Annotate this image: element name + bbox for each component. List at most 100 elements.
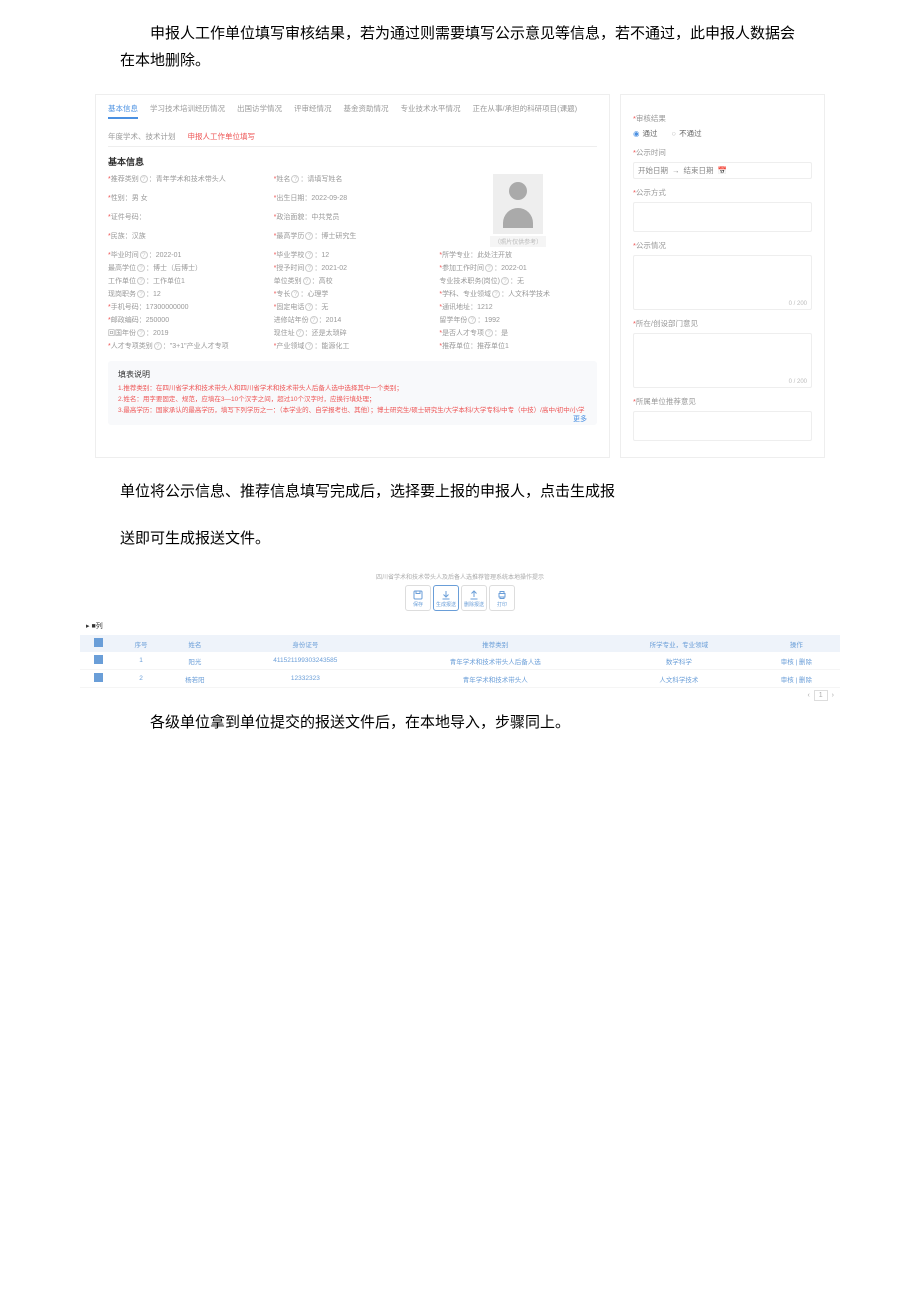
notes-box: 填表说明 1.推荐类别：在四川省学术和技术带头人和四川省学术和技术带头人后备人选… — [108, 361, 597, 425]
r-pubtime: *公示时间 — [633, 147, 812, 158]
fi-addr: *通讯地址：1212 — [439, 302, 597, 312]
para-2a: 单位将公示信息、推荐信息填写完成后，选择要上报的申报人，点击生成报 — [120, 478, 800, 505]
counter2: 0 / 200 — [789, 379, 807, 385]
delete-button[interactable]: 删除报送 — [461, 585, 487, 611]
th-id: 身份证号 — [225, 635, 385, 652]
th-cat: 推荐类别 — [385, 635, 605, 652]
fi-pol: *政治面貌：中共党员 — [274, 212, 432, 228]
more-link[interactable]: 更多 — [573, 415, 587, 425]
pubway-input[interactable] — [633, 202, 812, 232]
fi-job: 现岗职务?：12 — [108, 289, 266, 299]
row-check[interactable] — [94, 673, 103, 682]
r-pubsit: *公示情况 — [633, 240, 812, 251]
radio-fail[interactable]: 不通过 — [672, 128, 702, 139]
next-page[interactable]: › — [832, 692, 834, 699]
th-field: 所学专业，专业领域 — [605, 635, 753, 652]
r-pubway: *公示方式 — [633, 187, 812, 198]
fi-study: 留学年份?：1992 — [439, 315, 597, 325]
left-panel: 基本信息 学习技术培训经历情况 出国访学情况 评审经情况 基金资助情况 专业技术… — [95, 94, 610, 458]
th-no: 序号 — [118, 635, 165, 652]
tab-bar: 基本信息 学习技术培训经历情况 出国访学情况 评审经情况 基金资助情况 专业技术… — [108, 103, 597, 147]
para-2b: 送即可生成报送文件。 — [120, 525, 800, 552]
fi-zip: *邮政编码：250000 — [108, 315, 266, 325]
photo-label: （照片仅供参考） — [490, 236, 546, 247]
tab-review[interactable]: 评审经情况 — [294, 103, 332, 114]
fi-tel: *固定电话?：无 — [274, 302, 432, 312]
photo-placeholder — [493, 174, 543, 234]
fi-id: *证件号码： — [108, 212, 266, 228]
fi-cat: *推荐类别?：青年学术和技术带头人 — [108, 174, 266, 190]
fi-grantt: *授予时间?：2021-02 — [274, 263, 432, 273]
row-action[interactable]: 审核 | 删除 — [753, 652, 840, 670]
form-grid: *推荐类别?：青年学术和技术带头人 *姓名?：请填写姓名 （照片仅供参考） *性… — [108, 174, 597, 351]
r-result: *审核结果 — [633, 113, 812, 124]
fi-unit: 工作单位?：工作单位1 — [108, 276, 266, 286]
fi-spec: *专长?：心理学 — [274, 289, 432, 299]
fi-name: *姓名?：请填写姓名 — [274, 174, 432, 190]
th-act: 操作 — [753, 635, 840, 652]
fi-return: 回国年份?：2019 — [108, 328, 266, 338]
fi-birth: *出生日期：2022-09-28 — [274, 193, 432, 209]
radio-pass[interactable]: 通过 — [633, 128, 658, 139]
save-button[interactable]: 保存 — [405, 585, 431, 611]
r-dept: *所在/创设部门意见 — [633, 318, 812, 329]
fi-workt: *参加工作时间?：2022-01 — [439, 263, 597, 273]
rec-input[interactable] — [633, 411, 812, 441]
fi-gradt: *毕业时间?：2022-01 — [108, 250, 266, 260]
fi-train: 进修站年份?：2014 — [274, 315, 432, 325]
row-action[interactable]: 审核 | 删除 — [753, 670, 840, 688]
fi-home: 现住址?：还是太琐碎 — [274, 328, 432, 338]
screenshot-list: 四川省学术和技术带头人及后备人选推荐管理系统本地操作提示 保存 生成报送 删除报… — [80, 572, 840, 699]
table-row: 2 杨若阳 12332323 青年学术和技术带头人 人文科学技术 审核 | 删除 — [80, 670, 840, 688]
generate-button[interactable]: 生成报送 — [433, 585, 459, 611]
dept-input[interactable]: 0 / 200 — [633, 333, 812, 388]
para-1: 申报人工作单位填写审核结果，若为通过则需要填写公示意见等信息，若不通过，此申报人… — [120, 20, 800, 74]
note-2: 2.姓名：用字要固定、规范，应填在3—10个汉字之间，超过10个汉字时，应换行填… — [118, 395, 587, 404]
print-button[interactable]: 打印 — [489, 585, 515, 611]
tab-unit-fill[interactable]: 申报人工作单位填写 — [188, 131, 256, 142]
fi-post: 专业技术职务(岗位)?：无 — [439, 276, 597, 286]
toolbar: 保存 生成报送 删除报送 打印 — [80, 585, 840, 611]
tab-fund[interactable]: 基金资助情况 — [344, 103, 389, 114]
note-1: 1.推荐类别：在四川省学术和技术带头人和四川省学术和技术带头人后备人选中选择其中… — [118, 384, 587, 393]
tab-training[interactable]: 学习技术培训经历情况 — [150, 103, 225, 114]
note-3: 3.最高学历：国家承认的最高学历，填写下列学历之一：（本学业的、自学报考也、其他… — [118, 406, 587, 415]
toolbar-hint: 四川省学术和技术带头人及后备人选推荐管理系统本地操作提示 — [80, 572, 840, 581]
r-rec: *所属单位推荐意见 — [633, 396, 812, 407]
fi-field: *学科、专业领域?：人文科学技术 — [439, 289, 597, 299]
th-name: 姓名 — [164, 635, 225, 652]
th-check[interactable] — [80, 635, 118, 652]
right-panel: *审核结果 通过 不通过 *公示时间 开始日期→结束日期📅 *公示方式 *公示情… — [620, 94, 825, 458]
tab-project[interactable]: 正在从事/承担的科研项目(课题) — [473, 103, 578, 114]
pubsit-input[interactable]: 0 / 200 — [633, 255, 812, 310]
date-range[interactable]: 开始日期→结束日期📅 — [633, 162, 812, 179]
applicant-table: 序号 姓名 身份证号 推荐类别 所学专业，专业领域 操作 1 阳光 411521… — [80, 635, 840, 688]
radio-result[interactable]: 通过 不通过 — [633, 128, 812, 139]
fi-ttype: *人才专项类别?："3+1"产业人才专项 — [108, 341, 266, 351]
prev-page[interactable]: ‹ — [808, 692, 810, 699]
page-current[interactable]: 1 — [814, 690, 828, 701]
tab-abroad[interactable]: 出国访学情况 — [237, 103, 282, 114]
fi-sex: *性别：男 女 — [108, 193, 266, 209]
tab-tech[interactable]: 专业技术水平情况 — [401, 103, 461, 114]
section-title: 基本信息 — [108, 155, 597, 168]
list-label: ■列 — [86, 621, 840, 631]
pager: ‹ 1 › — [86, 692, 834, 699]
fi-industry: *产业领域?：能源化工 — [274, 341, 432, 351]
fi-phone: *手机号码：17300000000 — [108, 302, 266, 312]
counter1: 0 / 200 — [789, 301, 807, 307]
fi-school: *毕业学校?：12 — [274, 250, 432, 260]
fi-talent: *是否人才专项?：是 — [439, 328, 597, 338]
fi-edu: *最高学历?：博士研究生 — [274, 231, 432, 247]
fi-utype: 单位类别?：高校 — [274, 276, 432, 286]
table-row: 1 阳光 411521199303243585 青年学术和技术带头人后备人选 数… — [80, 652, 840, 670]
notes-title: 填表说明 — [118, 369, 587, 380]
row-check[interactable] — [94, 655, 103, 664]
fi-nation: *民族：汉族 — [108, 231, 266, 247]
fi-recunit: *推荐单位：推荐单位1 — [439, 341, 597, 351]
tab-basic[interactable]: 基本信息 — [108, 103, 138, 119]
tab-plan[interactable]: 年度学术、技术计划 — [108, 131, 176, 142]
photo-box: （照片仅供参考） — [439, 174, 597, 247]
fi-degree: 最高学位?：博士（后博士） — [108, 263, 266, 273]
screenshot-form: 基本信息 学习技术培训经历情况 出国访学情况 评审经情况 基金资助情况 专业技术… — [95, 94, 825, 458]
